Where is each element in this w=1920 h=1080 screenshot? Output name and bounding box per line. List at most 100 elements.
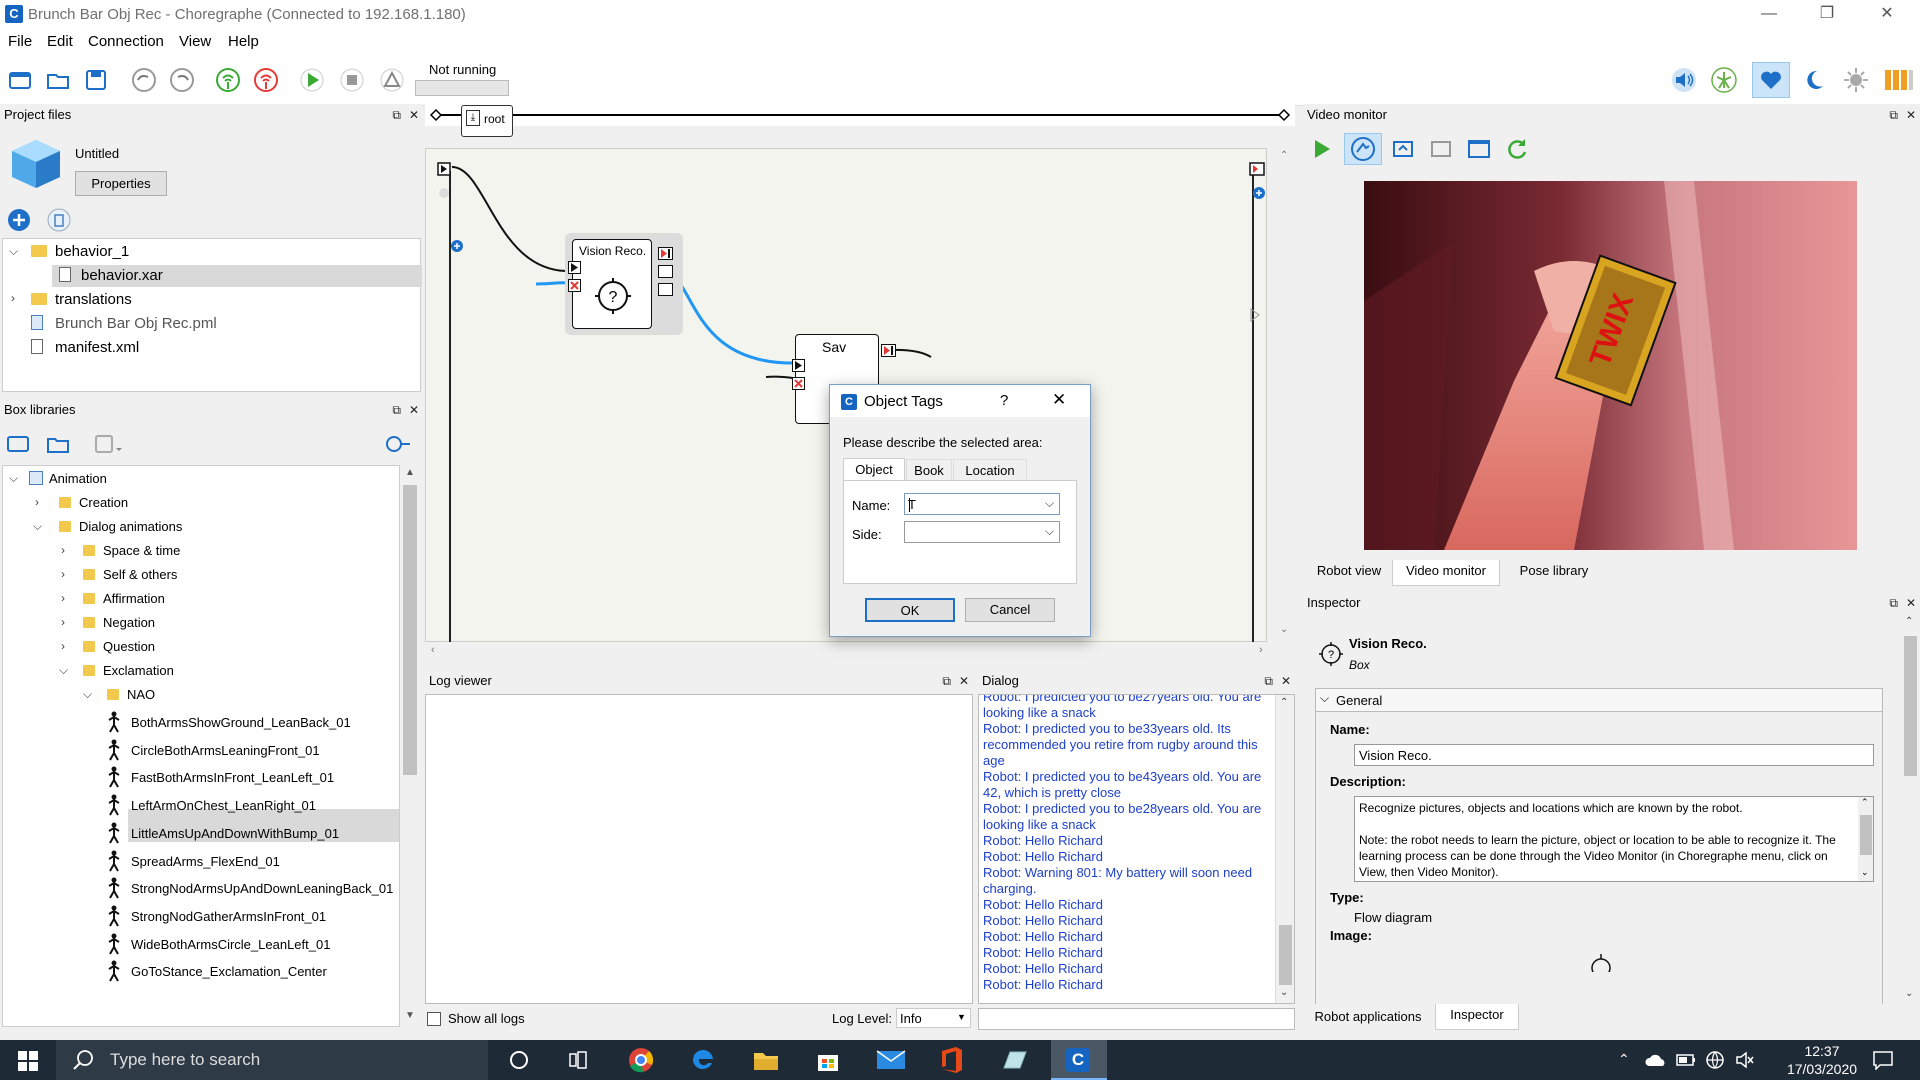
input-port-onstop[interactable] <box>568 279 581 292</box>
tab-video-monitor[interactable]: Video monitor <box>1392 560 1500 586</box>
description-textarea[interactable]: Recognize pictures, objects and location… <box>1354 796 1874 882</box>
behavior-item[interactable]: SpreadArms_FlexEnd_01 <box>107 850 280 872</box>
volume-muted-icon[interactable] <box>1735 1051 1755 1069</box>
close-window-button[interactable]: ✕ <box>1864 0 1910 30</box>
library-scrollbar[interactable]: ▲ ▼ <box>400 465 420 1027</box>
rest-icon[interactable] <box>1800 66 1828 94</box>
log-level-select[interactable]: Info ▼ <box>896 1008 971 1028</box>
expand-arrow-icon[interactable]: ⌵ <box>59 663 68 678</box>
export-image-icon[interactable] <box>1428 136 1454 162</box>
disconnect-icon[interactable] <box>252 66 280 94</box>
tree-item-pml[interactable]: Brunch Bar Obj Rec.pml <box>31 315 217 332</box>
output-port-onstopped[interactable] <box>658 247 673 260</box>
inspector-name-field[interactable]: Vision Reco. <box>1354 744 1874 766</box>
import-image-icon[interactable] <box>1390 136 1416 162</box>
connect-icon[interactable] <box>214 66 242 94</box>
sav-output-port[interactable] <box>881 344 896 357</box>
redo-icon[interactable] <box>168 66 196 94</box>
dialog-close-icon[interactable]: ✕ <box>1052 390 1066 410</box>
behavior-item[interactable]: StrongNodArmsUpAndDownLeaningBack_01 <box>107 877 393 899</box>
camera-feed[interactable]: TWIX <box>1364 181 1857 550</box>
tree-item-creation[interactable]: Creation <box>59 495 128 510</box>
behavior-item[interactable]: StrongNodGatherArmsInFront_01 <box>107 905 326 927</box>
onedrive-icon[interactable] <box>1645 1052 1667 1068</box>
debug-icon[interactable] <box>378 66 406 94</box>
undock-icon[interactable]: ⧉ <box>942 670 951 692</box>
taskbar-search-box[interactable]: Type here to search <box>56 1040 488 1080</box>
stop-icon[interactable] <box>338 66 366 94</box>
open-project-icon[interactable] <box>44 66 72 94</box>
tree-item-exclamation[interactable]: Exclamation <box>83 663 174 678</box>
output-port-nopicture[interactable] <box>658 283 673 296</box>
tab-inspector[interactable]: Inspector <box>1435 1004 1519 1030</box>
edge-icon[interactable] <box>690 1047 716 1073</box>
clock-date[interactable]: 17/03/2020 <box>1776 1061 1868 1077</box>
network-globe-icon[interactable] <box>1705 1050 1725 1070</box>
video-play-icon[interactable] <box>1308 136 1334 162</box>
ok-button[interactable]: OK <box>865 598 955 622</box>
tab-robot-view[interactable]: Robot view <box>1308 560 1390 584</box>
behavior-item[interactable]: GoToStance_Exclamation_Center <box>107 960 327 982</box>
collapse-arrow-icon[interactable]: › <box>61 615 65 629</box>
restore-button[interactable]: ❐ <box>1804 0 1850 30</box>
collapse-arrow-icon[interactable]: › <box>61 567 65 581</box>
menu-view[interactable]: View <box>179 33 211 50</box>
chevron-down-icon[interactable]: ⌵ <box>1045 496 1054 511</box>
heart-toggle[interactable] <box>1752 62 1790 98</box>
show-hidden-icons[interactable]: ⌃ <box>1618 1051 1630 1068</box>
inspector-scrollbar[interactable]: ⌃ ⌄ <box>1901 614 1920 1004</box>
volume-icon[interactable] <box>1670 66 1698 94</box>
clock-time[interactable]: 12:37 <box>1792 1043 1852 1059</box>
autonomous-life-icon[interactable] <box>1710 66 1738 94</box>
behavior-item[interactable]: LeftArmOnChest_LeanRight_01 <box>107 794 316 816</box>
tree-item-dialog-animations[interactable]: Dialog animations <box>59 519 182 534</box>
learn-object-toggle[interactable] <box>1344 133 1382 165</box>
expand-arrow-icon[interactable]: ⌵ <box>83 687 92 702</box>
canvas-h-scrollbar[interactable]: ‹ › <box>425 642 1276 660</box>
input-port-onstart[interactable] <box>568 261 581 274</box>
description-scrollbar[interactable]: ⌃ ⌄ <box>1858 797 1873 881</box>
collapse-arrow-icon[interactable]: › <box>61 591 65 605</box>
search-library-icon[interactable] <box>384 432 412 456</box>
expand-arrow-icon[interactable]: ⌵ <box>9 244 18 259</box>
new-project-icon[interactable] <box>6 66 34 94</box>
tree-item-question[interactable]: Question <box>83 639 155 654</box>
chrome-icon[interactable] <box>628 1047 654 1073</box>
tab-location[interactable]: Location <box>953 459 1027 481</box>
output-port-picture[interactable] <box>658 265 673 278</box>
undo-icon[interactable] <box>130 66 158 94</box>
collapse-arrow-icon[interactable]: › <box>35 495 39 509</box>
behavior-item[interactable]: BothArmsShowGround_LeanBack_01 <box>107 711 351 733</box>
close-panel-icon[interactable]: ✕ <box>1906 592 1916 614</box>
name-combobox[interactable]: T ⌵ <box>904 493 1060 515</box>
expand-arrow-icon[interactable]: ⌵ <box>9 471 18 486</box>
breadcrumb-root[interactable]: ⤓ root <box>461 105 513 137</box>
library-menu-icon[interactable] <box>94 432 124 456</box>
tree-item-animation[interactable]: Animation <box>29 471 107 486</box>
close-panel-icon[interactable]: ✕ <box>409 104 419 126</box>
undock-icon[interactable]: ⧉ <box>392 104 401 126</box>
windows-start-icon[interactable] <box>18 1051 38 1071</box>
cancel-button[interactable]: Cancel <box>965 598 1055 622</box>
cortana-icon[interactable] <box>509 1050 529 1070</box>
close-panel-icon[interactable]: ✕ <box>1281 670 1291 692</box>
close-panel-icon[interactable]: ✕ <box>959 670 969 692</box>
show-all-logs-checkbox[interactable] <box>427 1012 441 1026</box>
tree-item-negation[interactable]: Negation <box>83 615 155 630</box>
chevron-down-icon[interactable]: ⌵ <box>1045 524 1054 539</box>
tab-book[interactable]: Book <box>906 459 952 481</box>
task-view-icon[interactable] <box>568 1050 590 1070</box>
action-center-icon[interactable] <box>1872 1050 1894 1070</box>
undock-icon[interactable]: ⧉ <box>1889 592 1898 614</box>
fullscreen-icon[interactable] <box>1466 136 1492 162</box>
dialog-input[interactable] <box>978 1008 1295 1030</box>
side-combobox[interactable]: ⌵ <box>904 521 1060 543</box>
office-icon[interactable] <box>940 1046 964 1074</box>
wake-up-icon[interactable] <box>1842 66 1870 94</box>
menu-connection[interactable]: Connection <box>88 33 164 50</box>
minimize-button[interactable]: — <box>1746 0 1792 30</box>
tab-pose-library[interactable]: Pose library <box>1504 560 1604 584</box>
sav-stop-port[interactable] <box>792 377 805 390</box>
tree-item-behavior-folder[interactable]: behavior_1 <box>31 243 129 260</box>
collapse-arrow-icon[interactable]: › <box>61 639 65 653</box>
